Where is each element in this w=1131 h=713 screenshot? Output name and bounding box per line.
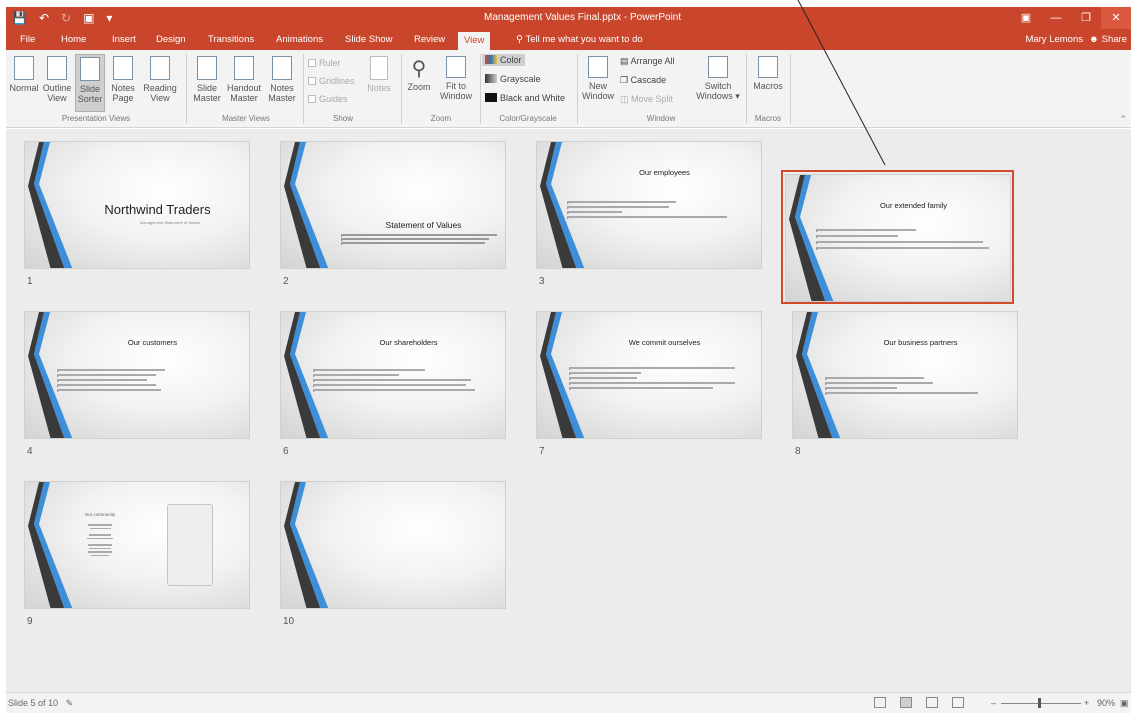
zoom-slider-thumb[interactable]: [1038, 698, 1041, 708]
fit-slide-icon[interactable]: ▣: [1120, 693, 1129, 713]
zoom-out-icon[interactable]: –: [991, 693, 996, 713]
status-bar: Slide 5 of 10 ✎ – + 90% ▣: [6, 692, 1131, 713]
slide-counter: Slide 5 of 10 ✎: [8, 693, 73, 713]
view-shortcuts: [874, 697, 964, 708]
zoom-percentage[interactable]: 90%: [1097, 693, 1115, 713]
normal-view-shortcut-icon[interactable]: [874, 697, 886, 708]
slideshow-shortcut-icon[interactable]: [952, 697, 964, 708]
zoom-slider-track[interactable]: [1001, 703, 1081, 704]
slide-info-text: Slide 5 of 10: [8, 698, 59, 708]
slide-sorter-shortcut-icon[interactable]: [900, 697, 912, 708]
spellcheck-icon[interactable]: ✎: [66, 698, 74, 708]
reading-view-shortcut-icon[interactable]: [926, 697, 938, 708]
zoom-in-icon[interactable]: +: [1084, 693, 1089, 713]
callout-line: [797, 0, 886, 166]
